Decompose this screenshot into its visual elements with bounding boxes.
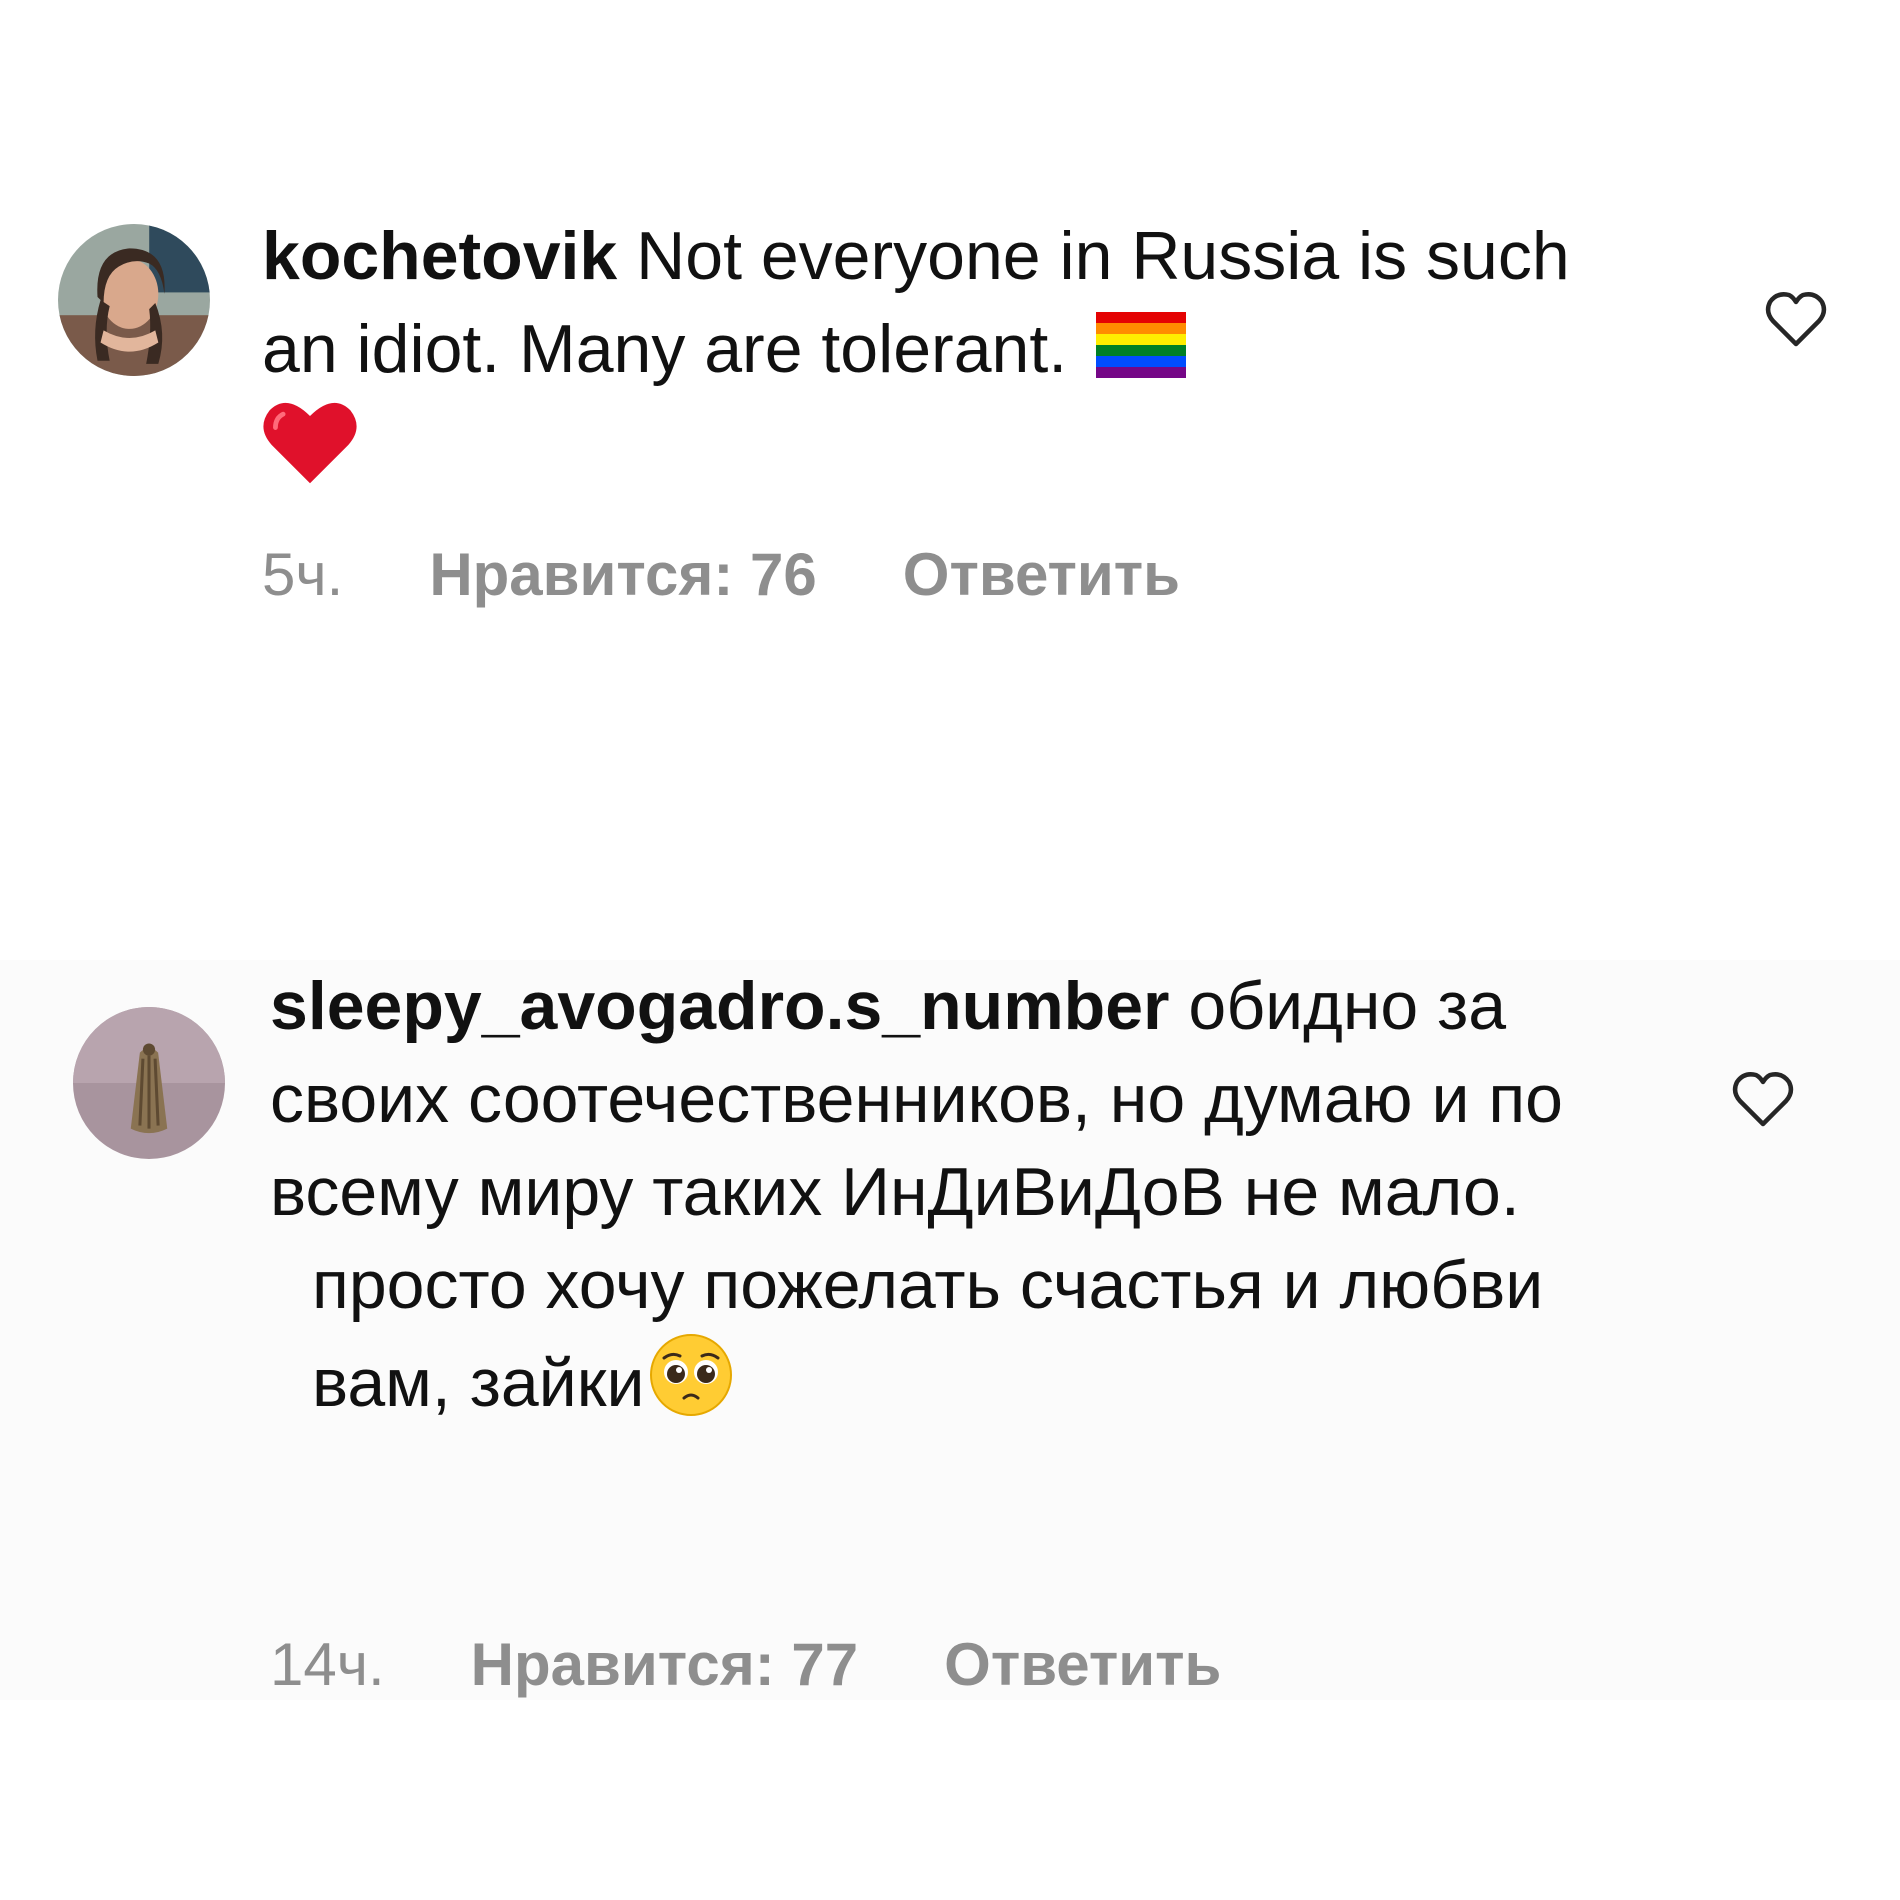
comment-meta: 14ч. Нравится: 77 Ответить — [270, 1630, 1221, 1700]
avatar[interactable] — [73, 1007, 225, 1159]
heart-outline-icon — [1732, 1072, 1794, 1127]
username-link[interactable]: sleepy_avogadro.s_number — [270, 968, 1169, 1044]
pleading-face-icon — [648, 1332, 734, 1418]
comment-time: 14ч. — [270, 1631, 385, 1698]
comment-text: sleepy_avogadro.s_number обидно за своих… — [270, 960, 1600, 1430]
avatar-photo-icon — [73, 1007, 225, 1159]
reply-button[interactable]: Ответить — [944, 1630, 1221, 1700]
comment-message-continued: просто хочу пожелать счастья и любви вам… — [312, 1247, 1544, 1421]
reply-button[interactable]: Ответить — [903, 540, 1180, 610]
avatar-photo-icon — [58, 224, 210, 376]
heart-outline-icon — [1765, 292, 1827, 347]
username-link[interactable]: kochetovik — [262, 218, 617, 294]
avatar[interactable] — [58, 224, 210, 376]
likes-count-link[interactable]: Нравится: 76 — [429, 540, 816, 610]
like-button[interactable] — [1732, 1070, 1794, 1128]
comment-meta: 5ч. Нравится: 76 Ответить — [262, 540, 1180, 610]
likes-count-link[interactable]: Нравится: 77 — [471, 1630, 858, 1700]
like-button[interactable] — [1765, 290, 1827, 348]
comment-item: sleepy_avogadro.s_number обидно за своих… — [0, 960, 1900, 1700]
comment-time: 5ч. — [262, 541, 344, 608]
comment-text: kochetovik Not everyone in Russia is suc… — [262, 210, 1642, 496]
red-heart-icon — [262, 396, 358, 486]
rainbow-flag-icon — [1096, 312, 1187, 378]
comment-item: kochetovik Not everyone in Russia is suc… — [0, 210, 1900, 640]
